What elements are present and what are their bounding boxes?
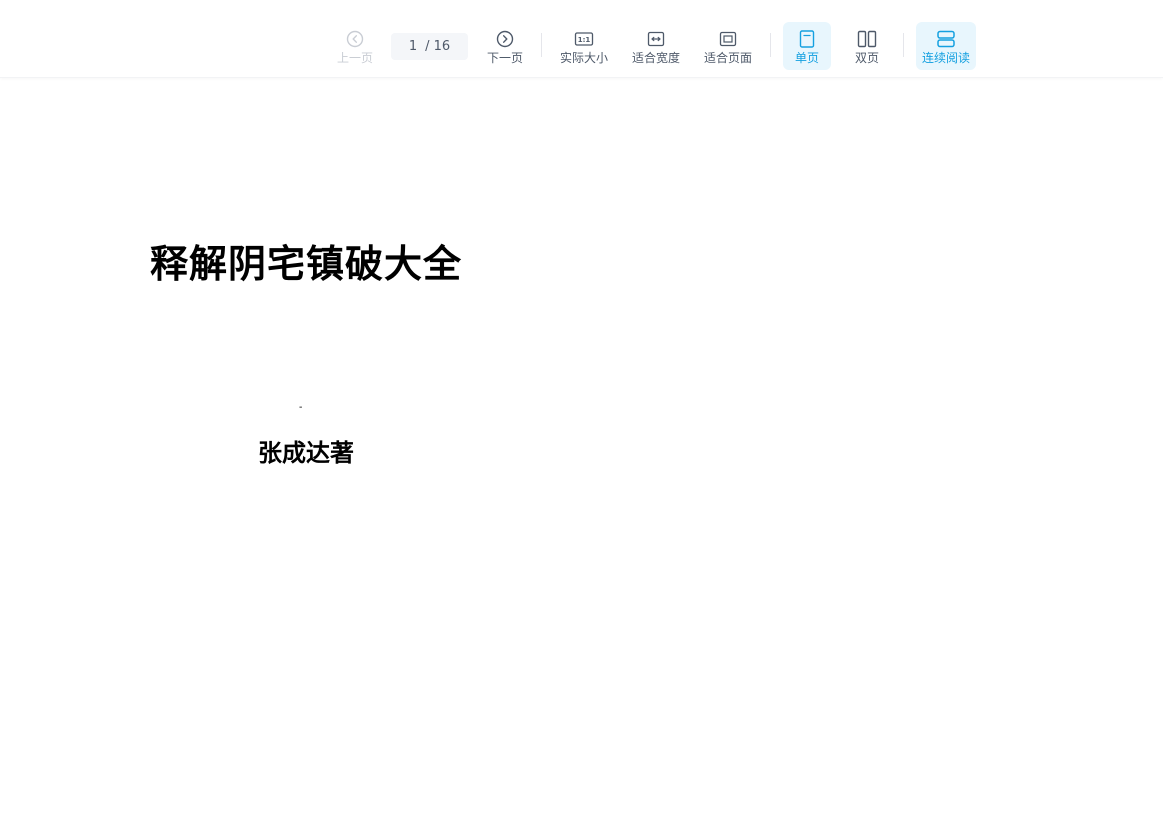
- fit-page-label: 适合页面: [703, 51, 752, 65]
- fit-width-icon: [646, 29, 666, 49]
- chevron-right-circle-icon: [495, 29, 515, 49]
- document-author: 张成达著: [258, 438, 354, 467]
- continuous-scroll-icon: [936, 29, 956, 49]
- next-page-button[interactable]: 下一页: [483, 22, 527, 70]
- continuous-reading-button[interactable]: 连续阅读: [916, 22, 976, 70]
- chevron-left-circle-icon: [345, 29, 365, 49]
- actual-size-button[interactable]: 1:1 实际大小: [556, 22, 612, 70]
- toolbar-divider: [541, 33, 542, 57]
- fit-width-button[interactable]: 适合宽度: [628, 22, 684, 70]
- page-indicator[interactable]: 1 / 16: [391, 33, 468, 60]
- prev-page-label: 上一页: [336, 51, 373, 65]
- single-page-icon: [797, 29, 817, 49]
- viewer-toolbar: 上一页 1 / 16 下一页 1:1 实际大小 适合宽度 适合页面 单页 双页 …: [0, 0, 1163, 78]
- continuous-reading-label: 连续阅读: [921, 51, 970, 65]
- double-page-icon: [857, 29, 877, 49]
- one-to-one-icon: 1:1: [574, 29, 594, 49]
- double-page-label: 双页: [854, 51, 879, 65]
- prev-page-button[interactable]: 上一页: [333, 22, 377, 70]
- toolbar-divider: [770, 33, 771, 57]
- fit-page-button[interactable]: 适合页面: [700, 22, 756, 70]
- next-page-label: 下一页: [486, 51, 523, 65]
- document-title: 释解阴宅镇破大全: [150, 241, 463, 286]
- page-total: / 16: [425, 39, 451, 54]
- single-page-label: 单页: [794, 51, 819, 65]
- double-page-button[interactable]: 双页: [843, 22, 891, 70]
- toolbar-divider: [903, 33, 904, 57]
- document-mark: -: [299, 402, 303, 413]
- page-current[interactable]: 1: [409, 39, 417, 54]
- svg-text:1:1: 1:1: [578, 36, 591, 44]
- fit-width-label: 适合宽度: [631, 51, 680, 65]
- actual-size-label: 实际大小: [559, 51, 608, 65]
- single-page-button[interactable]: 单页: [783, 22, 831, 70]
- fit-page-icon: [718, 29, 738, 49]
